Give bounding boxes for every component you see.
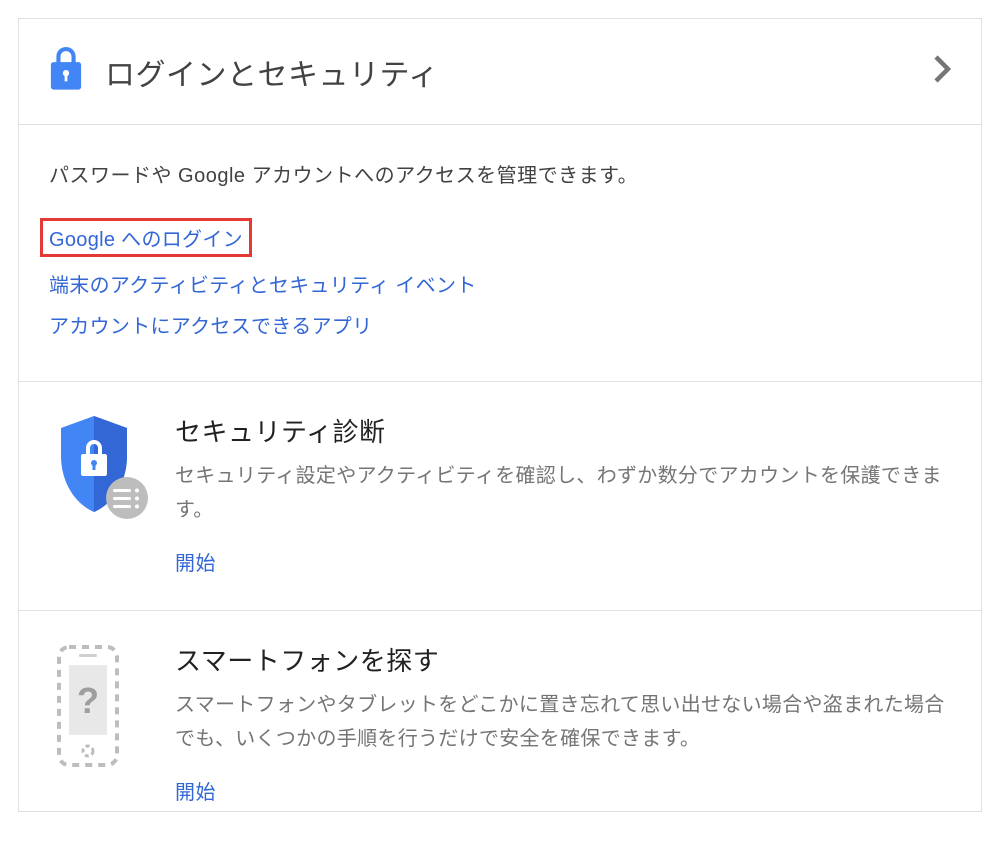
start-button[interactable]: 開始 <box>175 553 216 575</box>
link-google-login[interactable]: Google へのログイン <box>40 218 252 257</box>
phone-question-icon: ? <box>49 641 159 805</box>
section-title: セキュリティ診断 <box>175 412 951 449</box>
start-button[interactable]: 開始 <box>175 782 216 804</box>
card-header[interactable]: ログインとセキュリティ <box>19 19 981 125</box>
card-title: ログインとセキュリティ <box>105 50 933 94</box>
links-list: Google へのログイン 端末のアクティビティとセキュリティ イベント アカウ… <box>49 218 951 339</box>
section-content: セキュリティ診断 セキュリティ設定やアクティビティを確認し、わずか数分でアカウン… <box>175 412 951 576</box>
section-find-phone: ? スマートフォンを探す スマートフォンやタブレットをどこかに置き忘れて思い出せ… <box>19 611 981 811</box>
section-desc: セキュリティ設定やアクティビティを確認し、わずか数分でアカウントを保護できます。 <box>175 459 951 527</box>
section-security-checkup: セキュリティ診断 セキュリティ設定やアクティビティを確認し、わずか数分でアカウン… <box>19 382 981 611</box>
section-content: スマートフォンを探す スマートフォンやタブレットをどこかに置き忘れて思い出せない… <box>175 641 951 805</box>
section-title: スマートフォンを探す <box>175 641 951 678</box>
shield-lock-icon <box>49 412 159 576</box>
lock-icon <box>49 47 83 96</box>
chevron-right-icon <box>933 54 951 89</box>
link-apps-access[interactable]: アカウントにアクセスできるアプリ <box>49 310 372 339</box>
section-desc: スマートフォンやタブレットをどこかに置き忘れて思い出せない場合や盗まれた場合でも… <box>175 688 951 756</box>
security-card: ログインとセキュリティ パスワードや Google アカウントへのアクセスを管理… <box>18 18 982 812</box>
link-device-activity[interactable]: 端末のアクティビティとセキュリティ イベント <box>49 269 477 298</box>
svg-text:?: ? <box>77 680 99 721</box>
card-body: パスワードや Google アカウントへのアクセスを管理できます。 Google… <box>19 125 981 382</box>
card-description: パスワードや Google アカウントへのアクセスを管理できます。 <box>49 159 951 188</box>
